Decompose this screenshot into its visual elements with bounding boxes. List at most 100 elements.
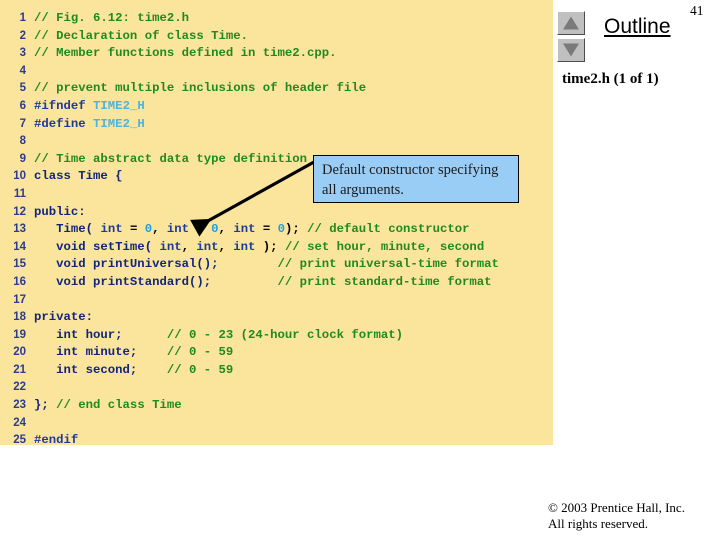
code-token: int second;: [34, 362, 138, 377]
code-token: // 0 - 23 (24-hour clock format): [166, 327, 403, 342]
triangle-up-glyph: [563, 16, 579, 30]
code-token: #define: [34, 116, 94, 131]
line-number: 13: [13, 223, 26, 236]
code-line: 8: [0, 133, 553, 151]
code-line-text: // prevent multiple inclusions of header…: [34, 81, 366, 95]
code-line-text: Time( int = 0, int = 0, int = 0); // def…: [34, 222, 469, 236]
code-token: 0: [144, 222, 153, 237]
code-line: 25 #endif: [0, 432, 553, 445]
code-line-text: #ifndef TIME2_H: [34, 99, 145, 113]
code-line: 20 int minute; // 0 - 59: [0, 344, 553, 362]
code-line: 6 #ifndef TIME2_H: [0, 98, 553, 116]
triangle-down-glyph: [563, 43, 579, 57]
code-line-text: int hour; // 0 - 23 (24-hour clock forma…: [34, 328, 403, 342]
line-number: 14: [13, 240, 26, 253]
code-line: 14 void setTime( int, int, int ); // set…: [0, 239, 553, 257]
code-token: // Declaration of class Time.: [34, 28, 249, 43]
code-line: 13 Time( int = 0, int = 0, int = 0); // …: [0, 221, 553, 239]
code-token: // print standard-time format: [277, 274, 492, 289]
code-line: 23}; // end class Time: [0, 397, 553, 415]
code-token: // 0 - 59: [166, 345, 234, 360]
code-line: 12 public:: [0, 204, 553, 222]
outline-file-label: time2.h (1 of 1): [562, 71, 659, 87]
code-line: 17: [0, 292, 553, 310]
code-token: =: [255, 222, 278, 237]
line-number: 19: [13, 328, 26, 341]
code-line: 1 // Fig. 6.12: time2.h: [0, 10, 553, 28]
line-number: 18: [13, 311, 26, 324]
code-line-text: // Fig. 6.12: time2.h: [34, 11, 189, 25]
code-line: 15 void printUniversal(); // print unive…: [0, 256, 553, 274]
triangle-up-icon[interactable]: [557, 11, 585, 35]
code-token: TIME2_H: [93, 116, 145, 131]
code-token: Time(: [34, 222, 94, 237]
code-token: // prevent multiple inclusions of header…: [34, 81, 367, 96]
code-token: // default constructor: [307, 222, 470, 237]
line-number: 7: [19, 117, 26, 130]
page-number: 41: [690, 3, 704, 18]
copyright-line-1: © 2003 Prentice Hall, Inc.: [548, 500, 685, 515]
line-number: 4: [19, 64, 26, 77]
code-line: 5 // prevent multiple inclusions of heade…: [0, 80, 553, 98]
line-number: 10: [13, 170, 26, 183]
code-line-text: void printStandard(); // print standard-…: [34, 274, 492, 289]
triangle-down-icon[interactable]: [557, 38, 585, 62]
code-token: ,: [218, 222, 234, 237]
code-token: int: [100, 222, 123, 237]
line-number: 24: [13, 416, 26, 429]
callout-annotation: Default constructor specifying all argum…: [313, 155, 519, 203]
code-token: );: [284, 222, 308, 237]
code-token: int hour;: [34, 327, 123, 342]
code-token: // end class Time: [56, 398, 182, 413]
code-lines-container: 1 // Fig. 6.12: time2.h 2 // Declaration of…: [0, 10, 553, 445]
code-line-text: // Time abstract data type definition: [34, 152, 307, 166]
code-token: void setTime(: [34, 239, 153, 254]
navigation-buttons: [557, 11, 587, 65]
code-listing-panel: 1 // Fig. 6.12: time2.h 2 // Declaration of…: [0, 0, 553, 445]
code-token: =: [189, 222, 212, 237]
code-line-text: #define TIME2_H: [34, 117, 145, 131]
line-number: 17: [13, 293, 26, 306]
code-token: // set hour, minute, second: [284, 239, 485, 254]
code-line-text: void setTime( int, int, int ); // set ho…: [34, 240, 484, 254]
code-token: // Member functions defined in time2.cpp…: [34, 46, 337, 61]
code-line-text: private:: [34, 310, 93, 324]
code-token: TIME2_H: [93, 98, 145, 113]
code-token: int: [159, 239, 182, 254]
code-token: #endif: [34, 433, 79, 445]
code-token: };: [34, 398, 57, 413]
line-number: 11: [13, 187, 26, 200]
copyright-footer: © 2003 Prentice Hall, Inc. All rights re…: [548, 500, 685, 532]
code-token: int: [233, 222, 256, 237]
line-number: 3: [19, 47, 26, 60]
line-number: 20: [13, 346, 26, 359]
code-line: 2 // Declaration of class Time.: [0, 28, 553, 46]
code-token: ,: [181, 239, 197, 254]
code-line-text: void printUniversal(); // print universa…: [34, 257, 499, 271]
line-number: 5: [19, 82, 26, 95]
code-line-text: }; // end class Time: [34, 398, 182, 412]
code-line-text: #endif: [34, 433, 78, 445]
line-number: 9: [19, 152, 26, 165]
code-token: =: [122, 222, 145, 237]
code-token: // Time abstract data type definition: [34, 151, 308, 166]
line-number: 1: [19, 12, 26, 24]
line-number: 21: [13, 363, 26, 376]
line-number: 6: [19, 99, 26, 112]
code-token: public:: [34, 204, 86, 219]
code-line: 16 void printStandard(); // print standa…: [0, 274, 553, 292]
line-number: 8: [19, 135, 26, 148]
line-number: 23: [13, 399, 26, 412]
copyright-line-2: All rights reserved.: [548, 516, 649, 531]
code-line-text: // Declaration of class Time.: [34, 29, 248, 43]
code-token: void printStandard();: [34, 274, 212, 289]
line-number: 16: [13, 275, 26, 288]
outline-title: Outline: [604, 15, 671, 38]
code-token: 0: [211, 222, 219, 237]
code-token: ,: [152, 222, 167, 237]
code-line: 24: [0, 415, 553, 433]
